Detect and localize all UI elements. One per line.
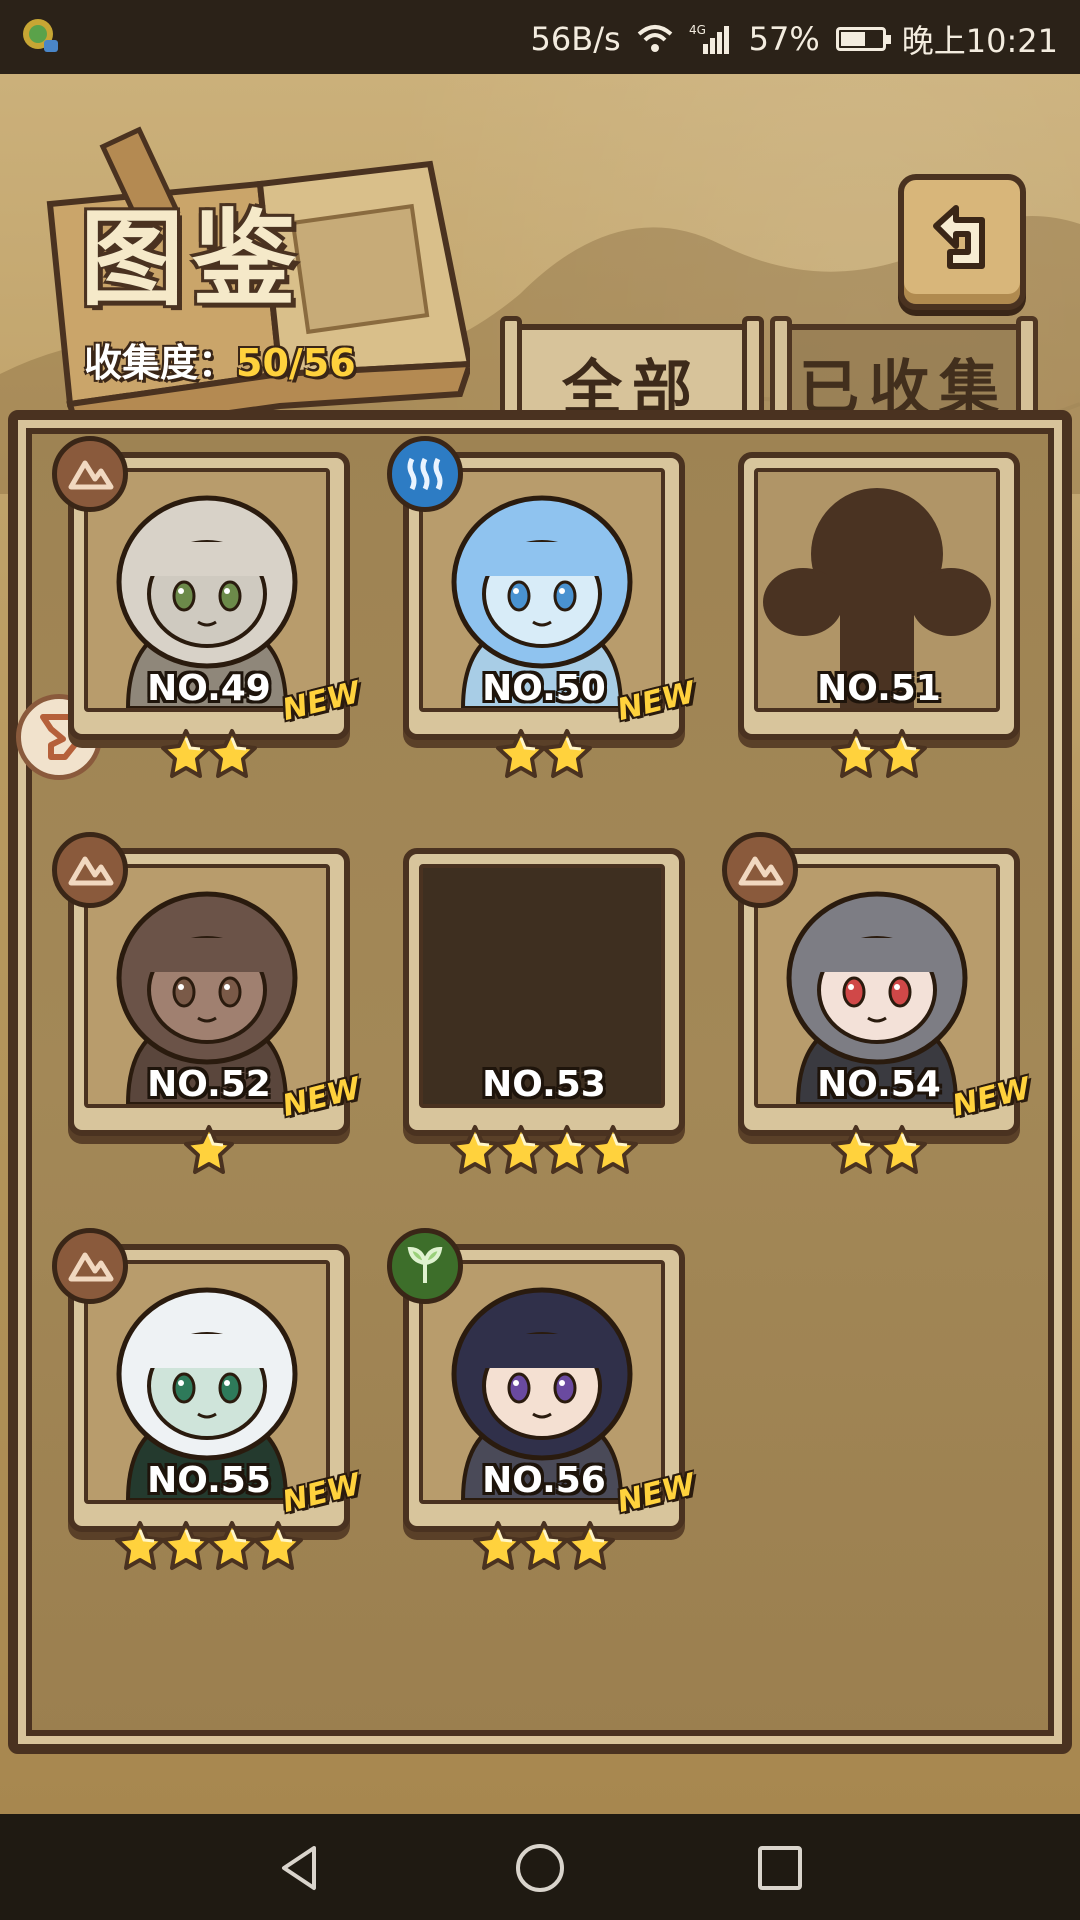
star-rating [403,1124,685,1176]
star-rating [403,1520,685,1572]
star-icon [587,1124,639,1176]
star-rating [68,728,350,780]
star-icon [564,1520,616,1572]
game-screen: 图鉴 收集度：50/56 全部 已收集 NO.49 NEW NO.50 NEW NO.5… [0,74,1080,1888]
navigation-bar [0,1814,1080,1920]
earth-element-icon [52,832,128,908]
star-rating [68,1124,350,1176]
network-speed: 56B/s [530,20,621,58]
star-rating [738,1124,1020,1176]
monster-card[interactable]: NO.55 NEW [52,1228,364,1570]
star-icon [830,728,882,780]
earth-element-icon [722,832,798,908]
monster-card[interactable]: NO.53 [403,848,685,1174]
star-icon [518,1520,570,1572]
star-icon [160,728,212,780]
nav-back-button[interactable] [270,1838,330,1898]
return-arrow-icon [933,205,985,269]
star-icon [541,1124,593,1176]
star-icon [160,1520,212,1572]
signal-type-label: 4G [689,23,706,37]
monster-card[interactable]: NO.56 NEW [387,1228,699,1570]
star-icon [876,1124,928,1176]
cellular-signal-icon: 4G [689,23,729,54]
star-icon [495,728,547,780]
star-icon [830,1124,882,1176]
star-icon [449,1124,501,1176]
star-rating [403,728,685,780]
back-button[interactable] [898,174,1026,310]
monster-card[interactable]: NO.50 NEW [387,436,699,778]
star-rating [68,1520,350,1572]
battery-percent: 57% [748,20,820,58]
collection-progress: 收集度：50/56 [84,332,356,387]
wifi-icon [637,25,672,52]
monster-card[interactable]: NO.54 NEW [722,832,1034,1174]
star-icon [495,1124,547,1176]
monster-card[interactable]: NO.52 NEW [52,832,364,1174]
app-notification-icon [23,19,58,52]
clock: 晚上10:21 [901,22,1058,60]
nav-home-button[interactable] [510,1838,570,1898]
earth-element-icon [52,1228,128,1304]
star-rating [738,728,1020,780]
star-icon [206,728,258,780]
star-icon [876,728,928,780]
water-element-icon [387,436,463,512]
star-icon [541,728,593,780]
earth-element-icon [52,436,128,512]
card-number: NO.51 [817,668,941,709]
nav-recent-button[interactable] [750,1838,810,1898]
collection-value: 50/56 [236,341,356,385]
status-bar: 56B/s 4G 57% 晚上10:21 [0,0,1080,86]
star-icon [183,1124,235,1176]
star-icon [114,1520,166,1572]
star-icon [472,1520,524,1572]
page-title: 图鉴 [80,198,305,320]
monster-card[interactable]: NO.51 [738,452,1020,778]
collection-label: 收集度： [84,341,237,385]
star-icon [252,1520,304,1572]
monster-card[interactable]: NO.49 NEW [52,436,364,778]
card-number: NO.53 [482,1064,606,1105]
nature-element-icon [387,1228,463,1304]
star-icon [206,1520,258,1572]
battery-icon [835,27,891,51]
